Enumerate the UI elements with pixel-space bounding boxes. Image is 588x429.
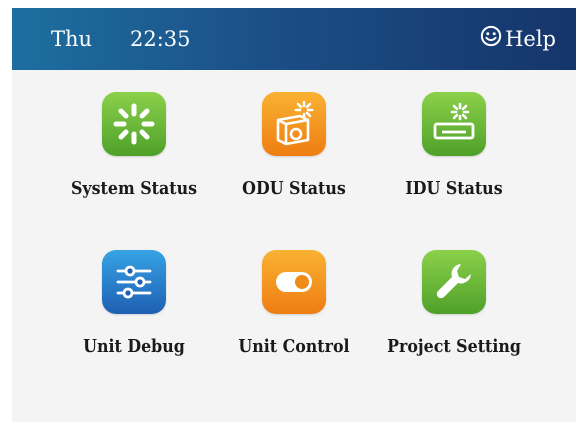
unit-control-tile[interactable]: Unit Control <box>214 250 374 390</box>
toggle-icon <box>262 250 326 314</box>
sliders-icon <box>102 250 166 314</box>
help-button[interactable]: Help <box>480 25 556 52</box>
system-status-label: System Status <box>70 178 198 199</box>
main-screen: Thu 22:35 Help System Status ODU Status … <box>12 8 576 422</box>
system-status-icon <box>102 92 166 156</box>
wrench-icon <box>422 250 486 314</box>
system-status-tile[interactable]: System Status <box>54 92 214 232</box>
odu-status-label: ODU Status <box>242 178 346 199</box>
project-setting-label: Project Setting <box>387 336 521 357</box>
project-setting-tile[interactable]: Project Setting <box>374 250 534 390</box>
odu-status-tile[interactable]: ODU Status <box>214 92 374 232</box>
day-label: Thu <box>51 27 93 51</box>
unit-debug-label: Unit Debug <box>83 336 185 357</box>
help-label: Help <box>505 26 556 51</box>
idu-status-icon <box>422 92 486 156</box>
top-status-bar: Thu 22:35 Help <box>12 8 576 70</box>
idu-status-tile[interactable]: IDU Status <box>374 92 534 232</box>
odu-status-icon <box>262 92 326 156</box>
smiley-icon <box>480 25 502 52</box>
unit-control-label: Unit Control <box>238 336 350 357</box>
idu-status-label: IDU Status <box>405 178 503 199</box>
unit-debug-tile[interactable]: Unit Debug <box>54 250 214 390</box>
clock-time: 22:35 <box>130 27 191 51</box>
